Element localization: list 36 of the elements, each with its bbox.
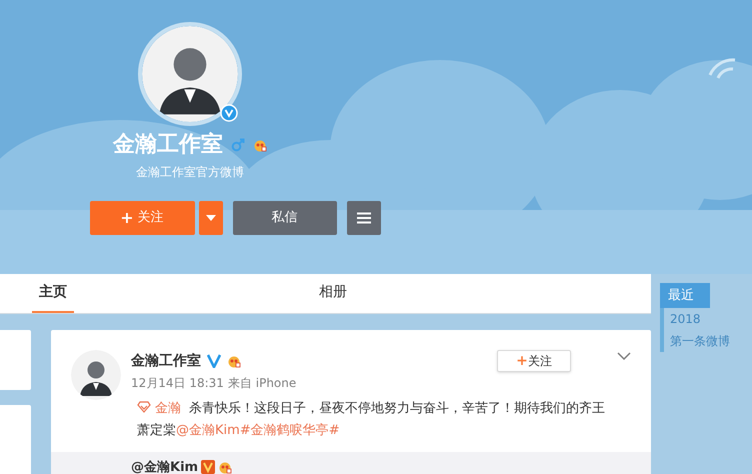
repost-author[interactable]: @金瀚Kim [131, 458, 198, 474]
profile-tab[interactable]: 主页 [32, 274, 74, 313]
side-card [0, 405, 31, 474]
male-icon [231, 138, 245, 152]
profile-avatar[interactable] [138, 22, 242, 126]
super-topic-link[interactable]: 金瀚 [137, 401, 181, 416]
side-card [0, 330, 31, 390]
post-link[interactable]: @金瀚Kim [176, 423, 240, 438]
timeline-item[interactable]: 2018 [670, 310, 701, 328]
dropdown-button[interactable] [198, 201, 222, 235]
timeline-item[interactable]: 第一条微博 [670, 332, 730, 350]
profile-tab[interactable]: 相册 [312, 274, 354, 313]
caret-icon [206, 215, 216, 221]
post-link[interactable]: #金瀚鹤唳华亭# [240, 423, 340, 438]
avatar-icon [142, 26, 238, 122]
more-button[interactable] [346, 201, 380, 235]
profile-description: 金瀚工作室官方微博 [136, 164, 244, 181]
verified-icon [207, 354, 221, 368]
post-date[interactable]: 12月14日 18:31 [131, 374, 224, 392]
message-button[interactable]: 私信 [232, 201, 336, 235]
follow-button[interactable]: +关注 [497, 350, 571, 372]
menu-icon [356, 212, 370, 224]
badge-icon [253, 138, 267, 152]
diamond-icon [137, 401, 151, 413]
timeline-item[interactable]: 最近 [660, 283, 710, 308]
post-text: 金瀚 杀青快乐！这段日子，昼夜不停地努力与奋斗，辛苦了！期待我们的齐王萧定棠@金瀚Kim#金瀚鹤唳华亭# [136, 400, 606, 440]
badge-icon [218, 460, 232, 474]
follow-button[interactable]: + 关注 [90, 201, 194, 235]
profile-name: 金瀚工作室 [113, 130, 223, 159]
avatar-icon [71, 350, 121, 400]
post-source: 来自 iPhone [228, 375, 296, 392]
badge-icon [227, 354, 241, 368]
chevron-down-icon[interactable] [617, 352, 631, 360]
verified-icon [201, 460, 216, 474]
post-author[interactable]: 金瀚工作室 [131, 350, 201, 372]
verified-icon [220, 104, 238, 122]
